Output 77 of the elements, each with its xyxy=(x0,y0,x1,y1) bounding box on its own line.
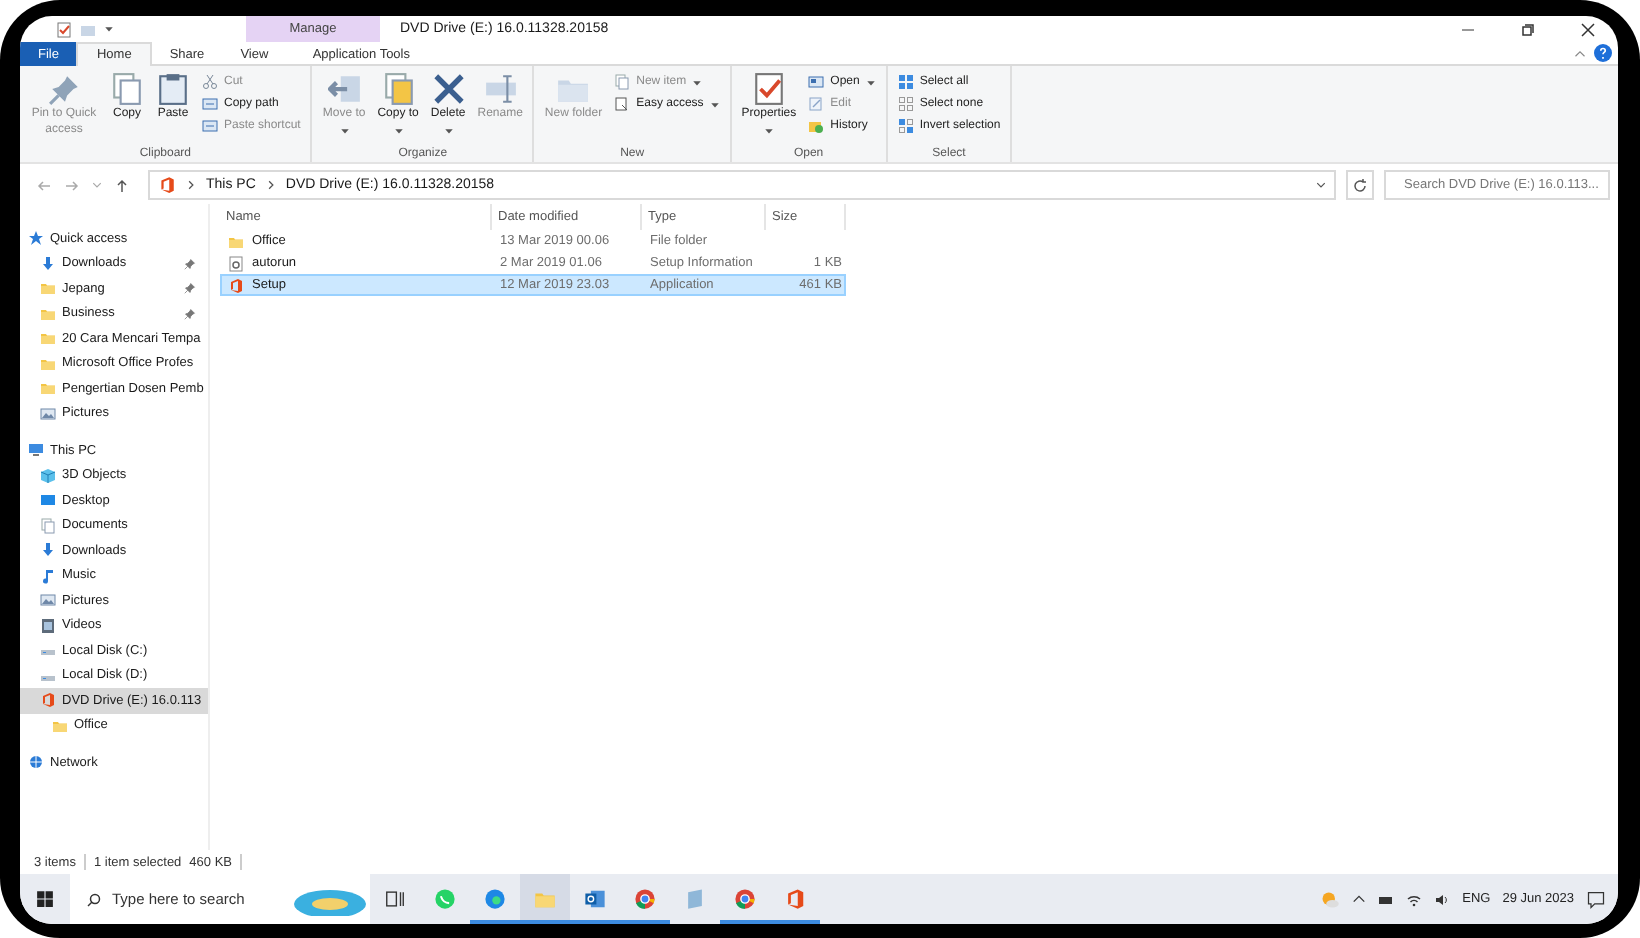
mail-app-icon xyxy=(584,888,606,910)
new-item-icon xyxy=(614,74,631,90)
clipboard-icon xyxy=(156,72,190,106)
restore-button[interactable] xyxy=(1518,19,1538,39)
caret-icon xyxy=(393,125,404,135)
chevron-up-icon xyxy=(1574,47,1586,59)
picture-icon xyxy=(40,592,56,609)
office-logo-icon xyxy=(158,176,176,194)
browser-icon xyxy=(734,888,756,910)
close-icon xyxy=(1580,21,1596,37)
chevron-right-icon xyxy=(186,180,196,190)
speaker-icon xyxy=(1434,891,1451,907)
invert-selection-icon xyxy=(897,118,914,134)
caret-icon xyxy=(339,125,350,135)
caret-icon xyxy=(709,99,720,109)
easy-access-icon xyxy=(614,96,631,112)
pin-icon xyxy=(184,257,196,269)
download-icon xyxy=(40,542,56,559)
back-arrow-icon xyxy=(36,177,52,193)
chat-app-icon xyxy=(434,888,456,910)
chevron-up-icon xyxy=(1352,892,1367,906)
close-button[interactable] xyxy=(1578,19,1598,39)
copy-icon xyxy=(110,72,144,106)
film-icon xyxy=(40,617,56,634)
computer-icon xyxy=(28,442,44,459)
restore-icon xyxy=(1520,21,1536,37)
caret-icon xyxy=(865,77,876,87)
document-icon xyxy=(40,517,56,534)
select-none-icon xyxy=(897,96,914,112)
wifi-icon xyxy=(1406,891,1423,907)
shortcut-icon xyxy=(202,118,218,134)
rename-icon xyxy=(483,72,518,106)
edit-icon xyxy=(808,96,825,112)
move-icon xyxy=(327,72,362,106)
browser-icon xyxy=(484,888,506,910)
weather-icon xyxy=(1320,889,1341,909)
star-icon xyxy=(28,230,44,247)
open-icon xyxy=(808,74,825,90)
network-icon xyxy=(28,754,44,771)
task-view-icon xyxy=(384,888,406,910)
office-logo-icon xyxy=(40,692,56,709)
refresh-button[interactable] xyxy=(1346,170,1374,200)
delete-icon xyxy=(431,72,466,106)
properties-icon xyxy=(56,21,72,37)
caret-icon xyxy=(692,77,703,87)
scissors-icon xyxy=(202,74,218,90)
windows-logo-icon xyxy=(36,890,54,908)
forward-arrow-icon xyxy=(64,177,80,193)
download-icon xyxy=(40,255,56,272)
desktop-icon xyxy=(40,492,56,509)
pin-icon xyxy=(184,307,196,319)
copy-to-icon xyxy=(381,72,416,106)
copy-path-icon xyxy=(202,96,218,112)
caret-icon xyxy=(443,125,454,135)
up-arrow-icon xyxy=(114,177,130,193)
picture-icon xyxy=(40,405,56,422)
chevron-down-icon xyxy=(1316,180,1326,190)
office-logo-icon xyxy=(784,888,806,910)
history-icon xyxy=(808,118,825,134)
chevron-right-icon xyxy=(265,180,276,190)
cube-icon xyxy=(40,467,56,484)
battery-icon xyxy=(1378,891,1395,907)
select-all-icon xyxy=(897,74,914,90)
pin-icon xyxy=(47,72,81,106)
music-note-icon xyxy=(40,567,56,584)
browser-icon xyxy=(634,888,656,910)
caret-icon xyxy=(104,24,114,34)
properties-icon xyxy=(751,72,786,106)
pin-icon xyxy=(184,282,196,294)
notification-icon xyxy=(1586,889,1606,909)
office-logo-icon xyxy=(228,277,244,293)
chevron-down-icon xyxy=(92,180,102,190)
refresh-icon xyxy=(1352,177,1368,193)
search-icon xyxy=(86,891,102,907)
help-icon xyxy=(1594,44,1612,62)
caret-icon xyxy=(763,125,774,135)
settings-file-icon xyxy=(228,255,244,271)
